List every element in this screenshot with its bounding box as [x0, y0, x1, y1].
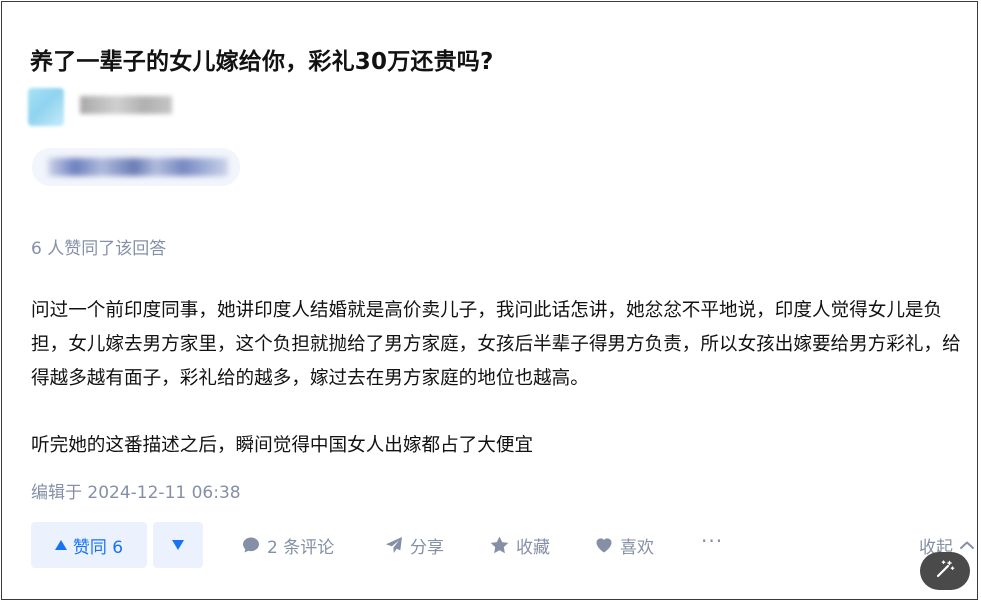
chevron-up-icon [959, 539, 975, 551]
downvote-button[interactable] [153, 522, 203, 568]
answer-card: 养了一辈子的女儿嫁给你，彩礼30万还贵吗? 6 人赞同了该回答 问过一个前印度同… [1, 1, 978, 600]
author-badge-redacted [32, 148, 240, 186]
edit-timestamp[interactable]: 编辑于 2024-12-11 06:38 [31, 478, 241, 503]
share-label: 分享 [410, 537, 444, 558]
author-badge-text-redacted [48, 158, 228, 176]
question-title[interactable]: 养了一辈子的女儿嫁给你，彩礼30万还贵吗? [30, 42, 494, 76]
comment-label: 2 条评论 [267, 537, 335, 558]
share-button[interactable]: 分享 [384, 522, 444, 568]
paper-plane-icon [384, 535, 404, 555]
collect-button[interactable]: 收藏 [489, 522, 550, 568]
star-icon [489, 535, 510, 555]
upvote-button[interactable]: 赞同 6 [31, 522, 147, 568]
author-info [28, 88, 228, 126]
triangle-up-icon [54, 540, 67, 550]
author-name-redacted[interactable] [80, 96, 172, 114]
upvote-label: 赞同 6 [72, 537, 124, 558]
collect-label: 收藏 [516, 537, 550, 558]
like-button[interactable]: 喜欢 [594, 522, 654, 568]
heart-icon [594, 535, 614, 555]
like-label: 喜欢 [620, 537, 654, 558]
answer-paragraph: 问过一个前印度同事，她讲印度人结婚就是高价卖儿子，我问此话怎讲，她忿忿不平地说，… [31, 300, 961, 389]
upvote-summary: 6 人赞同了该回答 [31, 239, 167, 259]
floating-magic-button[interactable] [920, 552, 970, 590]
comment-bubble-icon [241, 535, 261, 555]
triangle-down-icon [172, 540, 184, 550]
author-avatar[interactable] [28, 88, 64, 126]
answer-action-bar: 赞同 6 2 条评论 分享 收藏 喜欢 ··· 收起 [31, 522, 975, 568]
more-options-button[interactable]: ··· [701, 518, 723, 564]
more-label: ··· [701, 529, 724, 553]
comment-button[interactable]: 2 条评论 [241, 522, 334, 568]
answer-paragraph: 听完她的这番描述之后，瞬间觉得中国女人出嫁都占了大便宜 [31, 435, 534, 456]
magic-wand-icon [934, 558, 956, 584]
